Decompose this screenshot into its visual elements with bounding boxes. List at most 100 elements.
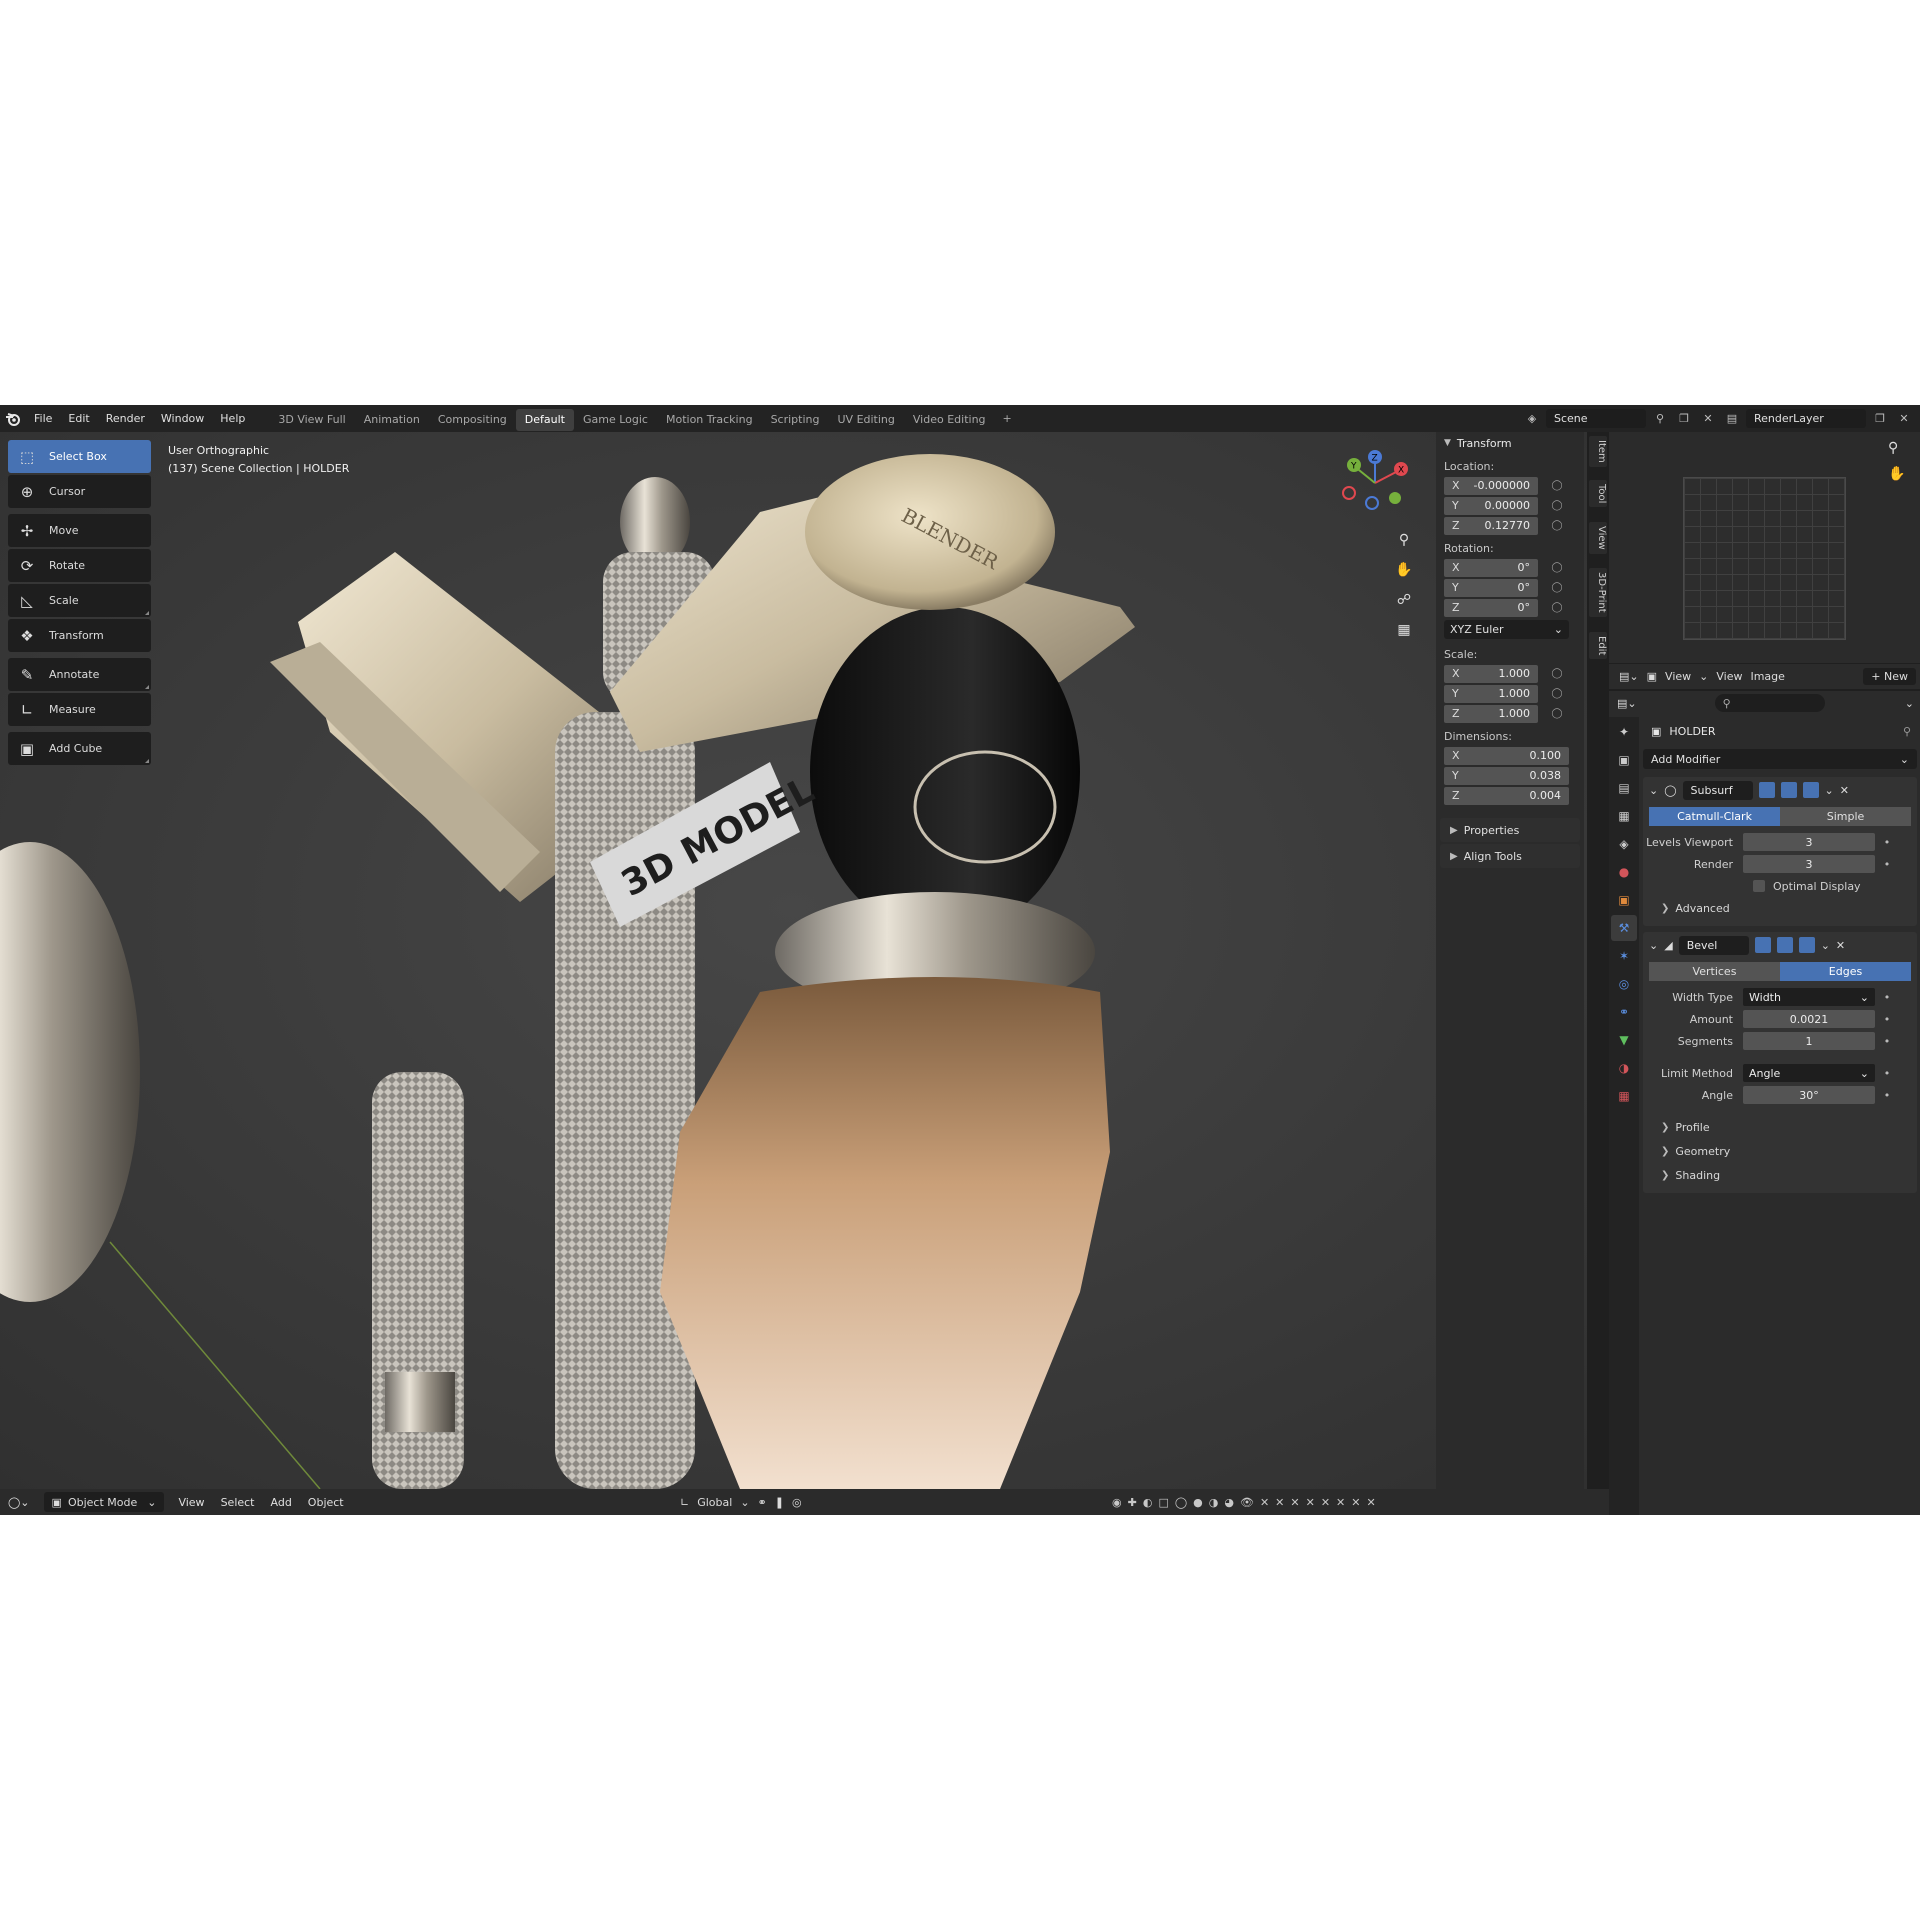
view-mode-icon[interactable]: ▣ <box>1647 670 1657 683</box>
width-type-dropdown[interactable]: Width ⌄ <box>1743 988 1875 1006</box>
keyframe-dot-icon[interactable]: • <box>1881 1013 1893 1026</box>
rendered-shading-icon[interactable]: ◕ <box>1224 1496 1234 1509</box>
navigation-gizmo[interactable]: Z X Y <box>1340 448 1410 518</box>
ortho-grid-icon[interactable]: ▦ <box>1392 618 1416 642</box>
limit-method-dropdown[interactable]: Angle ⌄ <box>1743 1064 1875 1082</box>
profile-subpanel[interactable]: ❯ Profile <box>1643 1115 1917 1139</box>
tool-transform[interactable]: ❖ Transform <box>8 619 151 652</box>
rotation-y-field[interactable]: Y 0° <box>1444 578 1538 597</box>
data-tab-icon[interactable]: ▼ <box>1611 1027 1637 1053</box>
sidebar-tab-tool[interactable]: Tool <box>1589 480 1607 508</box>
3d-viewport[interactable]: 3D MODEL BLENDER User Orthographic (137)… <box>0 432 1587 1489</box>
sidebar-tab-3d-print[interactable]: 3D-Print <box>1589 568 1607 617</box>
render-layer-icon[interactable]: ▤ <box>1722 409 1742 428</box>
catmull-clark-button[interactable]: Catmull-Clark <box>1649 807 1780 826</box>
chevron-down-icon[interactable]: ⌄ <box>1649 784 1658 797</box>
close-layer-icon[interactable]: ✕ <box>1894 409 1914 428</box>
transform-panel-header[interactable]: ▼ Transform <box>1436 432 1584 454</box>
new-image-button[interactable]: + New <box>1863 668 1916 685</box>
keyframe-dot-icon[interactable]: • <box>1881 991 1893 1004</box>
view-layer-tab-icon[interactable]: ▦ <box>1611 803 1637 829</box>
close-icon[interactable]: ✕ <box>1836 939 1845 952</box>
properties-search-input[interactable]: ⚲ <box>1714 694 1825 712</box>
zoom-icon[interactable]: ⚲ <box>1392 528 1416 552</box>
constraints-tab-icon[interactable]: ⚭ <box>1611 999 1637 1025</box>
editor-type-icon[interactable]: ▤⌄ <box>1617 697 1637 710</box>
tool-add-cube[interactable]: ▣ Add Cube <box>8 732 151 765</box>
close-icon[interactable]: ✕ <box>1275 1496 1284 1509</box>
camera-icon[interactable]: ☍ <box>1392 588 1416 612</box>
render-toggle-icon[interactable] <box>1798 937 1815 953</box>
eye-icon[interactable]: 👁 <box>1240 1496 1254 1509</box>
keyframe-dot-icon[interactable]: • <box>1881 836 1893 849</box>
viewport-toggle-icon[interactable] <box>1780 782 1797 798</box>
blender-logo-icon[interactable] <box>0 405 26 432</box>
output-tab-icon[interactable]: ▤ <box>1611 775 1637 801</box>
tab-uv-editing[interactable]: UV Editing <box>829 409 904 431</box>
wireframe-shading-icon[interactable]: ◯ <box>1175 1496 1187 1509</box>
amount-field[interactable]: 0.0021 <box>1743 1010 1875 1028</box>
pivot-icon[interactable]: ⚭ <box>758 1496 767 1509</box>
tool-cursor[interactable]: ⊕ Cursor <box>8 475 151 508</box>
tab-default[interactable]: Default <box>515 408 574 431</box>
menu-render[interactable]: Render <box>98 405 153 432</box>
lock-icon[interactable]: ◯ <box>1548 580 1566 596</box>
tab-scripting[interactable]: Scripting <box>762 409 829 431</box>
menu-view[interactable]: View <box>170 1496 212 1509</box>
keyframe-dot-icon[interactable]: • <box>1881 1089 1893 1102</box>
copy-scene-icon[interactable]: ❐ <box>1674 409 1694 428</box>
pan-hand-icon[interactable]: ✋ <box>1392 558 1416 582</box>
tool-tab-icon[interactable]: ✦ <box>1611 719 1637 745</box>
close-icon[interactable]: ✕ <box>1290 1496 1299 1509</box>
dimensions-x-field[interactable]: X 0.100 <box>1444 746 1569 765</box>
tool-measure[interactable]: ∟ Measure <box>8 693 151 726</box>
chevron-down-icon[interactable]: ⌄ <box>1649 939 1658 952</box>
solid-shading-icon[interactable]: ● <box>1193 1496 1203 1509</box>
sidebar-tab-item[interactable]: Item <box>1589 436 1607 467</box>
mode-dropdown[interactable]: ▣ Object Mode ⌄ <box>43 1492 165 1512</box>
scene-icon[interactable]: ◈ <box>1522 409 1542 428</box>
tab-compositing[interactable]: Compositing <box>429 409 516 431</box>
shading-subpanel[interactable]: ❯ Shading <box>1643 1163 1917 1187</box>
lock-icon[interactable]: ◯ <box>1548 600 1566 616</box>
vertices-button[interactable]: Vertices <box>1649 962 1780 981</box>
sidebar-tab-edit[interactable]: Edit <box>1589 632 1607 660</box>
menu-object[interactable]: Object <box>300 1496 352 1509</box>
image-menu-view-2[interactable]: View <box>1716 670 1742 683</box>
menu-select[interactable]: Select <box>213 1496 263 1509</box>
menu-help[interactable]: Help <box>212 405 253 432</box>
overlay-icon[interactable]: ◐ <box>1143 1496 1153 1509</box>
tool-scale[interactable]: ◺ Scale <box>8 584 151 617</box>
scene-field[interactable]: Scene <box>1546 409 1646 428</box>
close-icon[interactable]: ✕ <box>1306 1496 1315 1509</box>
orientation-dropdown[interactable]: Global <box>697 1496 732 1509</box>
lock-icon[interactable]: ◯ <box>1548 478 1566 494</box>
location-x-field[interactable]: X -0.000000 <box>1444 476 1538 495</box>
rotation-z-field[interactable]: Z 0° <box>1444 598 1538 617</box>
lock-icon[interactable]: ◯ <box>1548 686 1566 702</box>
scale-x-field[interactable]: X 1.000 <box>1444 664 1538 683</box>
tab-3d-view-full[interactable]: 3D View Full <box>269 409 354 431</box>
angle-field[interactable]: 30° <box>1743 1086 1875 1104</box>
close-icon[interactable]: ✕ <box>1366 1496 1375 1509</box>
chevron-down-icon[interactable]: ⌄ <box>1905 697 1914 710</box>
pin-icon[interactable]: ⚲ <box>1903 725 1911 738</box>
sidebar-tab-view[interactable]: View <box>1589 522 1607 554</box>
tool-annotate[interactable]: ✎ Annotate <box>8 658 151 691</box>
chevron-down-icon[interactable]: ⌄ <box>1821 939 1830 952</box>
editor-type-icon[interactable]: ◯⌄ <box>0 1496 38 1509</box>
proportional-edit-icon[interactable]: ◎ <box>792 1496 802 1509</box>
menu-file[interactable]: File <box>26 405 60 432</box>
image-canvas[interactable] <box>1683 477 1846 640</box>
render-toggle-icon[interactable] <box>1802 782 1819 798</box>
lock-icon[interactable]: ◯ <box>1548 560 1566 576</box>
render-levels-field[interactable]: 3 <box>1743 855 1875 873</box>
editor-type-icon[interactable]: ▤⌄ <box>1619 670 1639 683</box>
menu-window[interactable]: Window <box>153 405 212 432</box>
render-layer-field[interactable]: RenderLayer <box>1746 409 1866 428</box>
simple-button[interactable]: Simple <box>1780 807 1911 826</box>
dimensions-z-field[interactable]: Z 0.004 <box>1444 786 1569 805</box>
lock-icon[interactable]: ◯ <box>1548 518 1566 534</box>
menu-add[interactable]: Add <box>263 1496 300 1509</box>
keyframe-dot-icon[interactable]: • <box>1881 1035 1893 1048</box>
